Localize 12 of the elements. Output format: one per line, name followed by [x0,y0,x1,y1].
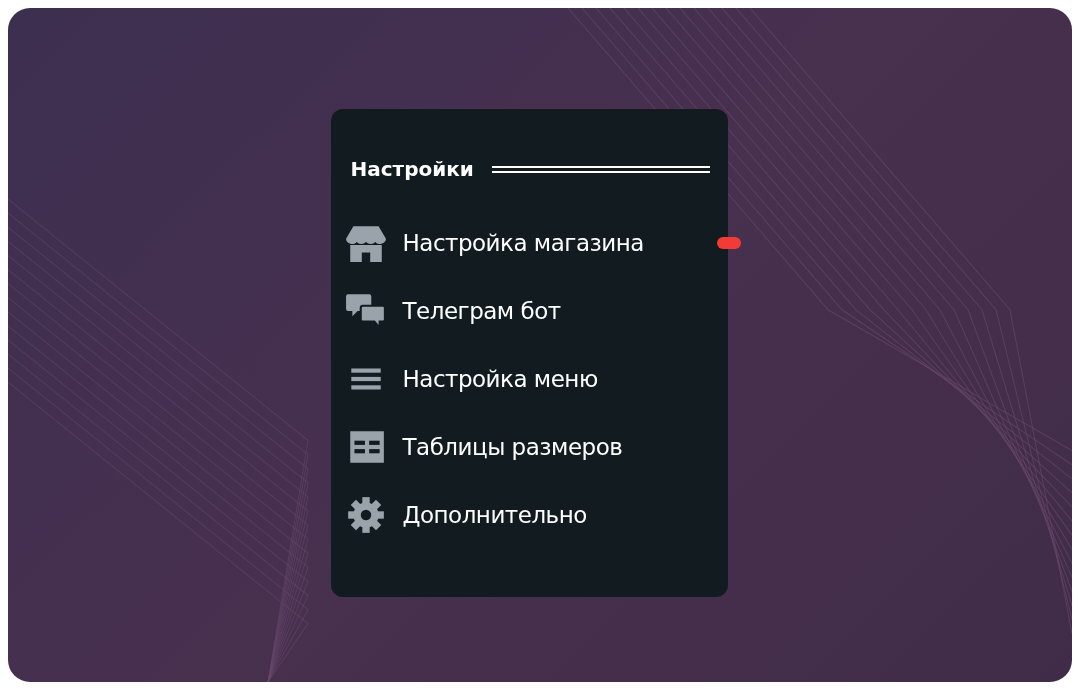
menu-item[interactable]: Телеграм бот [344,291,710,331]
menu-item-label: Таблицы размеров [402,434,623,460]
menu-item-label: Настройка магазина [402,230,644,256]
menu-item-label: Телеграм бот [402,298,561,324]
panel-title: Настройки [350,157,474,181]
menu-item-label: Настройка меню [402,366,598,392]
menu-item-label: Дополнительно [402,502,587,528]
menu-item[interactable]: Настройка меню [344,359,710,399]
menu-item[interactable]: Таблицы размеров [344,427,710,467]
store-icon [344,224,387,262]
menu-item[interactable]: Дополнительно [344,495,710,535]
menu-item[interactable]: Настройка магазина [344,223,710,263]
